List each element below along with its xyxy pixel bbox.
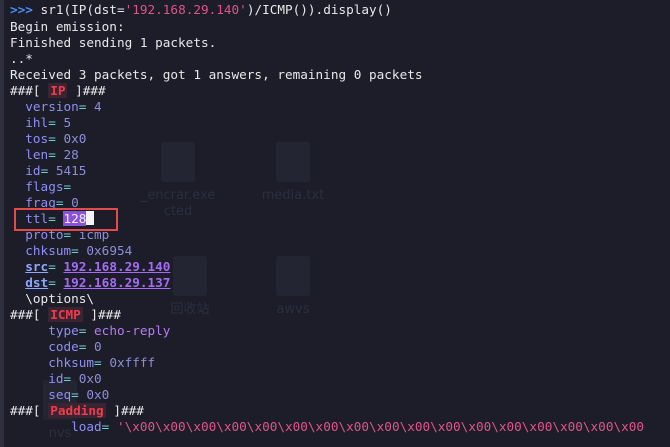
ip-layer-header: ###[ IP ]### xyxy=(10,83,106,99)
icmp-field-chksum: chksum= 0xffff xyxy=(10,355,155,371)
field-name: len xyxy=(25,147,49,162)
field-equals: = xyxy=(94,355,110,370)
ip-options: \options\ xyxy=(10,291,94,307)
dst-ip-value: 192.168.29.137 xyxy=(63,275,171,290)
field-equals: = xyxy=(71,387,87,402)
ip-field-version: version= 4 xyxy=(10,99,102,115)
field-name: id xyxy=(25,163,41,178)
output-line: Finished sending 1 packets. xyxy=(10,35,217,50)
field-value: 0x0 xyxy=(63,131,87,146)
ip-field-src: src= 192.168.29.140 xyxy=(10,259,170,275)
field-name: type xyxy=(48,323,79,338)
field-name: code xyxy=(48,339,79,354)
layer-header-suffix: ]### xyxy=(67,83,106,98)
field-value: 0 xyxy=(94,339,102,354)
field-name: seq xyxy=(48,387,72,402)
field-name: id xyxy=(48,371,64,386)
field-value: 0xffff xyxy=(109,355,156,370)
window-edge xyxy=(0,0,4,447)
field-equals: = xyxy=(63,371,79,386)
padding-load-value: '\x00\x00\x00\x00\x00\x00\x00\x00\x00\x0… xyxy=(116,419,645,434)
ip-field-flags: flags= xyxy=(10,179,79,195)
output-line: Begin emission: xyxy=(10,19,125,34)
field-name: dst xyxy=(25,275,49,290)
field-value: echo-reply xyxy=(94,323,171,338)
src-ip-value: 192.168.29.140 xyxy=(63,259,171,274)
padding-layer-name: Padding xyxy=(48,403,106,418)
ttl-highlight-box xyxy=(14,208,118,231)
field-value: 5 xyxy=(63,115,72,130)
layer-header-suffix: ]### xyxy=(82,307,121,322)
command-line: >>> sr1(IP(dst='192.168.29.140')/ICMP())… xyxy=(10,2,392,18)
icmp-field-id: id= 0x0 xyxy=(10,371,102,387)
command-text-pre: sr1(IP(dst= xyxy=(32,2,125,17)
field-name: tos xyxy=(25,131,49,146)
ip-field-dst: dst= 192.168.29.137 xyxy=(10,275,170,291)
icmp-field-seq: seq= 0x0 xyxy=(10,387,109,403)
output-line: Received 3 packets, got 1 answers, remai… xyxy=(10,67,423,82)
field-equals: = xyxy=(63,179,79,194)
command-text-post: )/ICMP()).display() xyxy=(246,2,392,17)
ip-layer-name: IP xyxy=(48,83,68,98)
command-dst-string: '192.168.29.140' xyxy=(124,2,247,17)
field-equals: = xyxy=(48,131,64,146)
padding-layer-header: ###[ Padding ]### xyxy=(10,403,144,419)
field-name: src xyxy=(25,259,49,274)
field-name: chksum xyxy=(48,355,95,370)
field-equals: = xyxy=(78,99,95,114)
field-value: 0x0 xyxy=(86,387,110,402)
field-name: ihl xyxy=(25,115,49,130)
field-equals: = xyxy=(48,115,64,130)
layer-header-prefix: ###[ xyxy=(10,403,49,418)
ip-field-len: len= 28 xyxy=(10,147,79,163)
field-equals: = xyxy=(48,259,64,274)
field-name: load xyxy=(71,419,102,434)
prompt-symbol: >>> xyxy=(10,2,33,17)
ip-field-chksum: chksum= 0x6954 xyxy=(10,243,132,259)
field-value: 5415 xyxy=(55,163,87,178)
padding-field-load: load= '\x00\x00\x00\x00\x00\x00\x00\x00\… xyxy=(10,419,644,435)
field-equals: = xyxy=(78,339,95,354)
ip-field-tos: tos= 0x0 xyxy=(10,131,86,147)
layer-header-prefix: ###[ xyxy=(10,307,49,322)
ip-field-ihl: ihl= 5 xyxy=(10,115,71,131)
field-name: version xyxy=(25,99,79,114)
options-label: \options\ xyxy=(25,291,95,306)
field-value: 0x6954 xyxy=(86,243,133,258)
field-value: 4 xyxy=(94,99,102,114)
layer-header-prefix: ###[ xyxy=(10,83,49,98)
field-equals: = xyxy=(78,323,95,338)
field-name: flags xyxy=(25,179,64,194)
icmp-layer-header: ###[ ICMP ]### xyxy=(10,307,121,323)
layer-header-suffix: ]### xyxy=(105,403,144,418)
field-equals: = xyxy=(101,419,117,434)
field-equals: = xyxy=(40,163,56,178)
icmp-field-type: type= echo-reply xyxy=(10,323,170,339)
ip-field-id: id= 5415 xyxy=(10,163,86,179)
icmp-layer-name: ICMP xyxy=(48,307,83,322)
output-line: ..* xyxy=(10,51,33,66)
icmp-field-code: code= 0 xyxy=(10,339,102,355)
field-equals: = xyxy=(48,275,64,290)
field-value: 28 xyxy=(63,147,79,162)
field-value: 0x0 xyxy=(78,371,102,386)
field-equals: = xyxy=(71,243,87,258)
field-equals: = xyxy=(48,147,64,162)
field-name: chksum xyxy=(25,243,72,258)
